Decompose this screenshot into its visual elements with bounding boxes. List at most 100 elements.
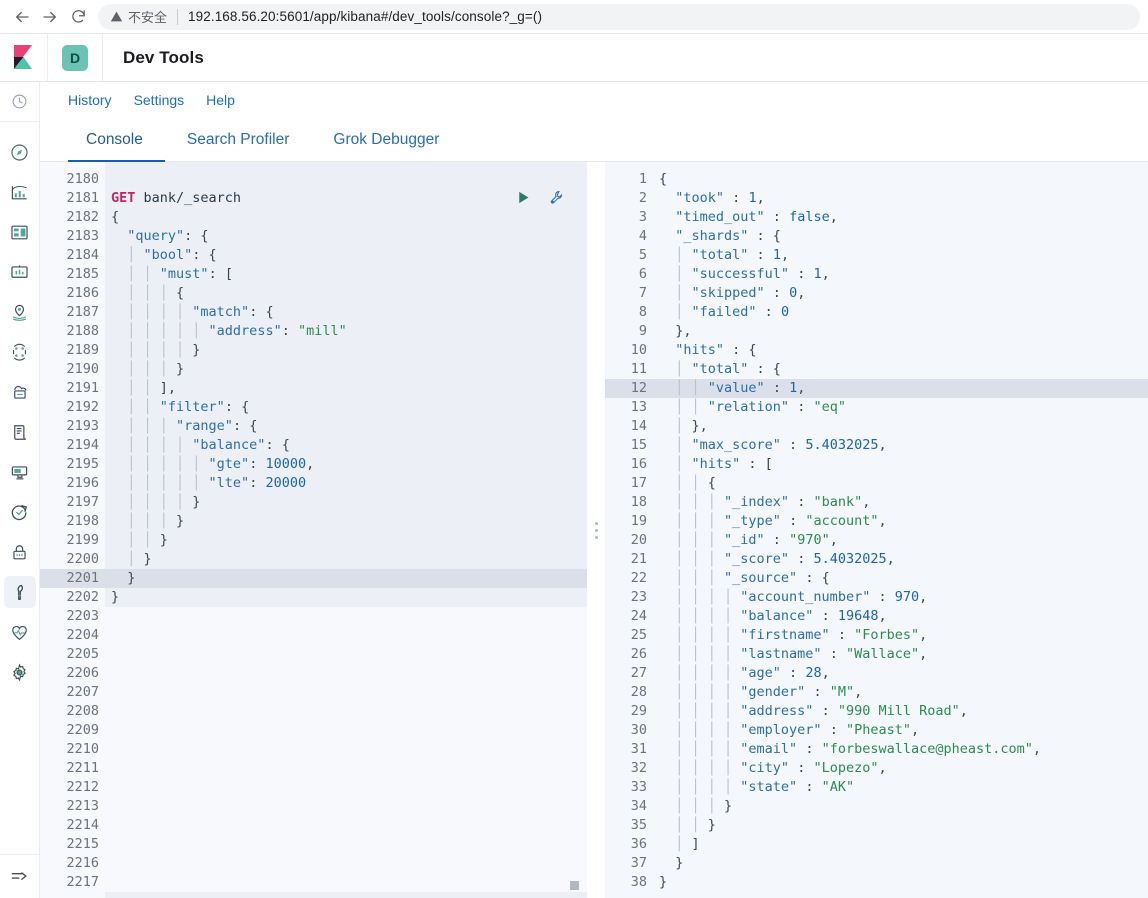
sidebar-item-discover[interactable] xyxy=(0,132,40,172)
code-line[interactable]: │ "total" : { xyxy=(653,360,1148,379)
gutter-line[interactable]: 2 xyxy=(605,189,653,208)
code-line[interactable]: │ │ │ "_type" : "account", xyxy=(653,512,1148,531)
gutter-line[interactable]: 30 xyxy=(605,721,653,740)
code-line[interactable]: │ │ │ } xyxy=(105,512,587,531)
editor-resize-corner[interactable] xyxy=(570,881,579,890)
gutter-line[interactable]: 34▴ xyxy=(605,797,661,816)
code-line[interactable] xyxy=(105,759,587,778)
forward-button[interactable] xyxy=(36,3,64,31)
code-line[interactable]: │ │ "filter": { xyxy=(105,398,587,417)
gutter-line[interactable]: 2192▾ xyxy=(40,398,113,417)
code-line[interactable]: } xyxy=(105,569,587,588)
code-line[interactable]: │ │ │ │ "lastname" : "Wallace", xyxy=(653,645,1148,664)
gutter-line[interactable]: 2186▾ xyxy=(40,284,113,303)
gutter-line[interactable]: 2197▴ xyxy=(40,493,113,512)
response-code[interactable]: { "took" : 1, "timed_out" : false, "_sha… xyxy=(653,162,1148,898)
code-line[interactable] xyxy=(105,740,587,759)
code-line[interactable]: │ │ "value" : 1, xyxy=(653,379,1148,398)
code-line[interactable]: │ "successful" : 1, xyxy=(653,265,1148,284)
gutter-line[interactable]: 38▴ xyxy=(605,873,661,892)
gutter-line[interactable]: 2201▴ xyxy=(40,569,113,588)
subnav-link-settings[interactable]: Settings xyxy=(134,92,185,108)
gutter-line[interactable]: 2217 xyxy=(40,873,105,892)
code-line[interactable]: │ "failed" : 0 xyxy=(653,303,1148,322)
gutter-line[interactable]: 15 xyxy=(605,436,653,455)
gutter-line[interactable]: 18 xyxy=(605,493,653,512)
code-line[interactable]: } xyxy=(105,588,587,607)
gutter-line[interactable]: 2190▴ xyxy=(40,360,113,379)
gutter-line[interactable]: 12 xyxy=(605,379,653,398)
gutter-line[interactable]: 16▾ xyxy=(605,455,661,474)
gutter-line[interactable]: 11▾ xyxy=(605,360,661,379)
gutter-line[interactable]: 9▴ xyxy=(605,322,661,341)
reload-button[interactable] xyxy=(64,3,92,31)
play-icon[interactable] xyxy=(515,189,532,211)
code-line[interactable] xyxy=(105,778,587,797)
gutter-line[interactable]: 19 xyxy=(605,512,653,531)
code-line[interactable] xyxy=(105,816,587,835)
code-line[interactable]: │ │ │ "_source" : { xyxy=(653,569,1148,588)
code-line[interactable]: │ ] xyxy=(653,835,1148,854)
code-line[interactable]: │ │ │ │ │ "address": "mill" xyxy=(105,322,587,341)
kibana-logo-cell[interactable] xyxy=(0,34,48,81)
gutter-line[interactable]: 2212 xyxy=(40,778,105,797)
gutter-line[interactable]: 2205 xyxy=(40,645,105,664)
gutter-line[interactable]: 23 xyxy=(605,588,653,607)
gutter-line[interactable]: 2195 xyxy=(40,455,105,474)
code-line[interactable]: │ │ │ │ "age" : 28, xyxy=(653,664,1148,683)
gutter-line[interactable]: 3 xyxy=(605,208,653,227)
code-line[interactable]: │ │ │ "_id" : "970", xyxy=(653,531,1148,550)
pane-splitter[interactable] xyxy=(587,162,605,898)
app-badge-cell[interactable]: D xyxy=(48,34,103,81)
code-line[interactable] xyxy=(105,664,587,683)
code-line[interactable]: │ │ │ │ "city" : "Lopezo", xyxy=(653,759,1148,778)
code-line[interactable]: │ "hits" : [ xyxy=(653,455,1148,474)
code-line[interactable]: │ │ "must": [ xyxy=(105,265,587,284)
subnav-link-help[interactable]: Help xyxy=(206,92,235,108)
gutter-line[interactable]: 2184▾ xyxy=(40,246,113,265)
gutter-line[interactable]: 2183▾ xyxy=(40,227,113,246)
gutter-line[interactable]: 35▴ xyxy=(605,816,661,835)
code-line[interactable]: │ │ │ "_index" : "bank", xyxy=(653,493,1148,512)
gutter-line[interactable]: 2198▴ xyxy=(40,512,113,531)
code-line[interactable]: │ │ "relation" : "eq" xyxy=(653,398,1148,417)
gutter-line[interactable]: 2207 xyxy=(40,683,105,702)
sidebar-item-logs[interactable] xyxy=(0,412,40,452)
code-line[interactable]: } xyxy=(653,854,1148,873)
subnav-link-history[interactable]: History xyxy=(68,92,112,108)
tab-grok-debugger[interactable]: Grok Debugger xyxy=(311,118,461,161)
gutter-line[interactable]: 2215 xyxy=(40,835,105,854)
code-line[interactable]: │ │ │ │ "match": { xyxy=(105,303,587,322)
gutter-line[interactable]: 2206 xyxy=(40,664,105,683)
code-line[interactable]: │ │ │ │ │ "gte": 10000, xyxy=(105,455,587,474)
sidebar-item-infrastructure[interactable] xyxy=(0,372,40,412)
gutter-line[interactable]: 27 xyxy=(605,664,653,683)
gutter-line[interactable]: 29 xyxy=(605,702,653,721)
gutter-line[interactable]: 1▾ xyxy=(605,170,661,189)
code-line[interactable] xyxy=(105,797,587,816)
gutter-line[interactable]: 22▾ xyxy=(605,569,661,588)
code-line[interactable]: "query": { xyxy=(105,227,587,246)
code-line[interactable]: │ │ │ } xyxy=(105,360,587,379)
sidebar-item-canvas[interactable] xyxy=(0,252,40,292)
code-line[interactable]: │ │ │ │ "balance" : 19648, xyxy=(653,607,1148,626)
gutter-line[interactable]: 2209 xyxy=(40,721,105,740)
sidebar-item-uptime[interactable] xyxy=(0,492,40,532)
code-line[interactable]: │ │ │ │ } xyxy=(105,493,587,512)
code-line[interactable]: │ │ │ │ "employer" : "Pheast", xyxy=(653,721,1148,740)
code-line[interactable]: "_shards" : { xyxy=(653,227,1148,246)
gutter-line[interactable]: 8 xyxy=(605,303,653,322)
gutter-line[interactable]: 13 xyxy=(605,398,653,417)
gutter-line[interactable]: 2199▴ xyxy=(40,531,113,550)
code-line[interactable]: │ │ │ } xyxy=(653,797,1148,816)
gutter-line[interactable]: 7 xyxy=(605,284,653,303)
code-line[interactable]: "took" : 1, xyxy=(653,189,1148,208)
code-line[interactable]: │ │ │ "range": { xyxy=(105,417,587,436)
code-line[interactable] xyxy=(105,645,587,664)
request-editor-pane[interactable]: 218021812182▾2183▾2184▾2185▾2186▾2187▾21… xyxy=(40,162,587,898)
gutter-line[interactable]: 14▴ xyxy=(605,417,661,436)
code-line[interactable]: { xyxy=(653,170,1148,189)
gutter-line[interactable]: 4▾ xyxy=(605,227,661,246)
sidebar-item-apm[interactable] xyxy=(0,452,40,492)
code-line[interactable]: "timed_out" : false, xyxy=(653,208,1148,227)
